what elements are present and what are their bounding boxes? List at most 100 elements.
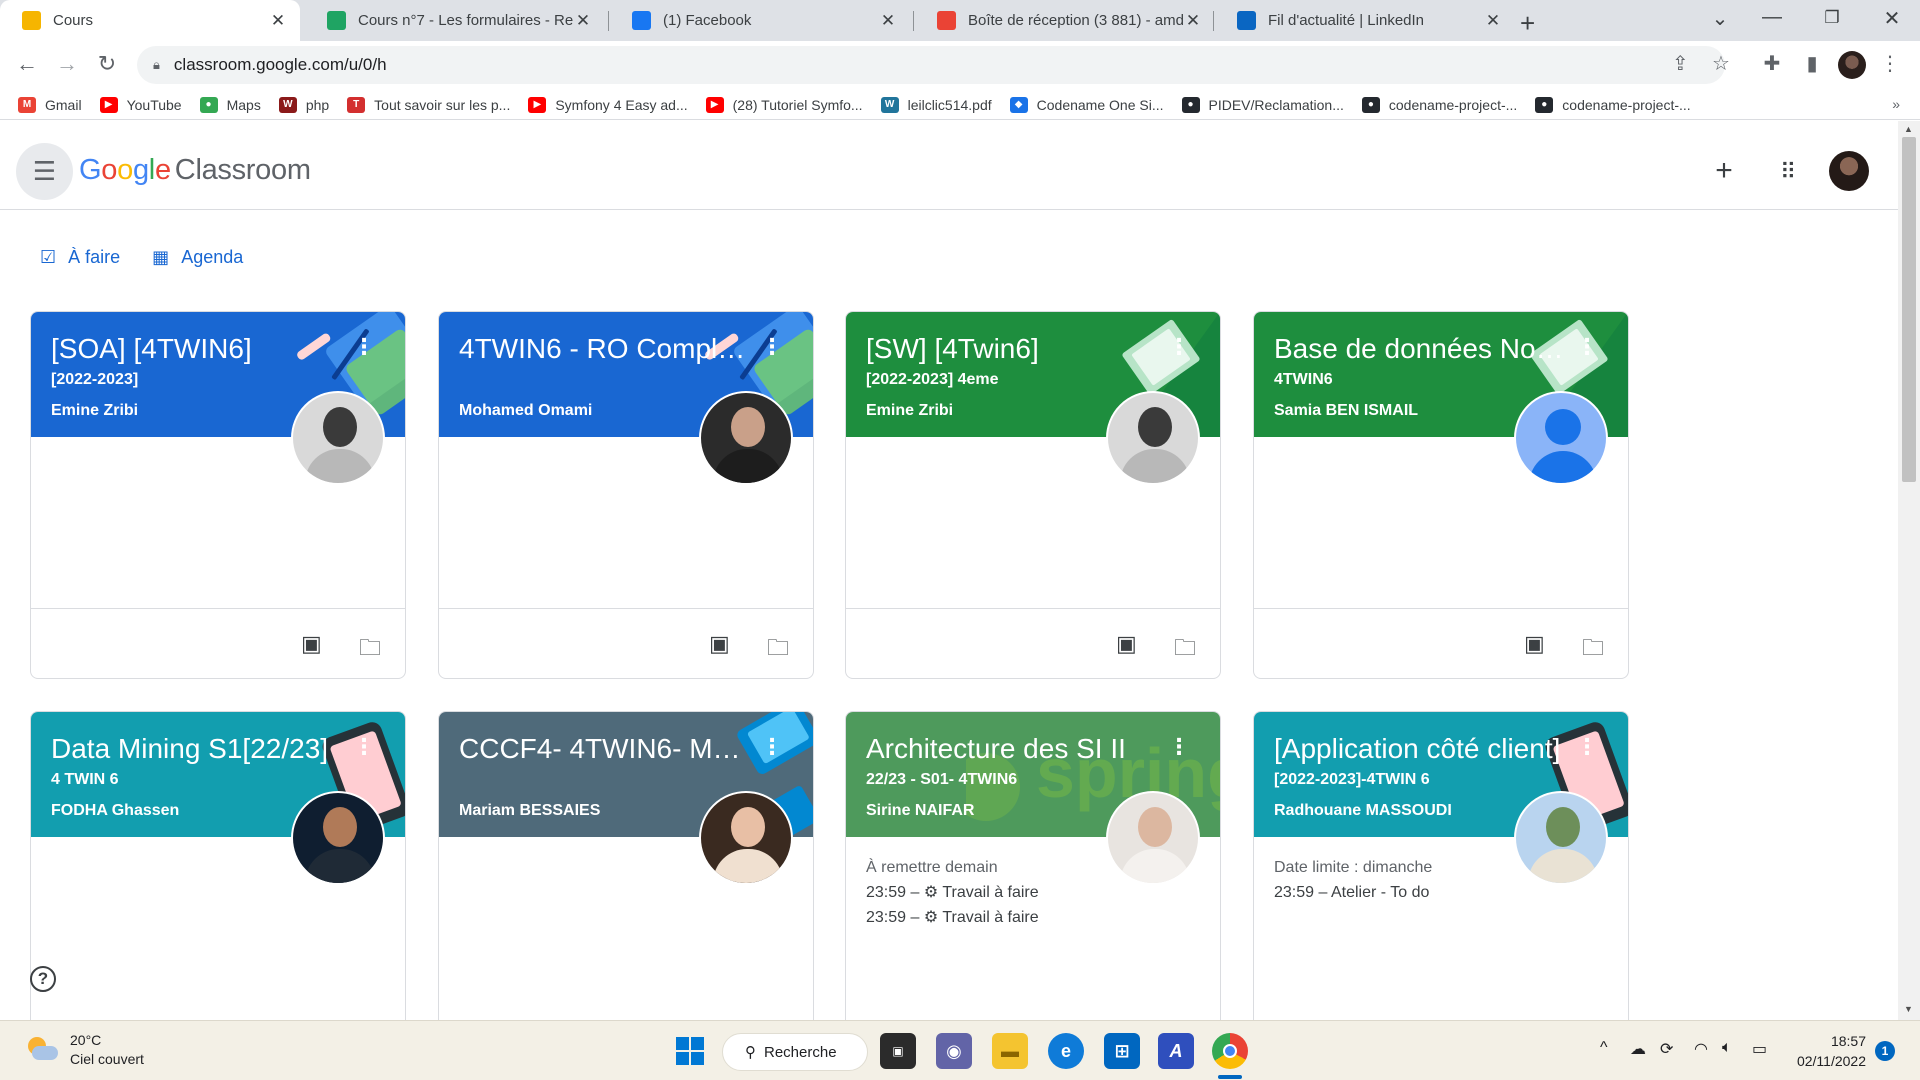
- folder-icon[interactable]: 🗀: [359, 631, 381, 669]
- chrome-taskbar-icon[interactable]: [1212, 1033, 1248, 1069]
- windows-start-icon[interactable]: [672, 1033, 708, 1069]
- class-title[interactable]: [SOA] [4TWIN6]: [51, 332, 341, 366]
- class-title[interactable]: [SW] [4Twin6]: [866, 332, 1156, 366]
- folder-icon[interactable]: 🗀: [767, 631, 789, 669]
- browser-tab[interactable]: (1) Facebook ✕: [610, 0, 910, 41]
- class-teacher[interactable]: Samia BEN ISMAIL: [1274, 402, 1418, 420]
- extensions-icon[interactable]: ✚: [1758, 51, 1786, 76]
- assignment-portfolio-icon[interactable]: ▣: [709, 631, 730, 657]
- class-card[interactable]: 4TWIN6 - RO Complexité Mohamed Omami ⋮ ▣ 🗀: [438, 311, 814, 679]
- todo-link[interactable]: ☑ À faire: [40, 247, 120, 268]
- bookmark-item[interactable]: Wleilclic514.pdf: [880, 96, 992, 113]
- google-classroom-logo[interactable]: Google Classroom: [79, 154, 311, 187]
- class-card[interactable]: [SW] [4Twin6] [2022-2023] 4eme Emine Zribi…: [845, 311, 1221, 679]
- close-tab-icon[interactable]: ✕: [1483, 11, 1503, 31]
- address-bar[interactable]: 🔒︎ classroom.google.com/u/0/h: [137, 46, 1725, 84]
- assignment-portfolio-icon[interactable]: ▣: [1116, 631, 1137, 657]
- browser-tab[interactable]: Cours n°7 - Les formulaires - Rea ✕: [305, 0, 605, 41]
- google-apps-icon[interactable]: ⠿: [1770, 159, 1806, 185]
- page-scrollbar[interactable]: ▲ ▼: [1898, 121, 1920, 1020]
- more-options-icon[interactable]: ⋮: [1576, 734, 1598, 760]
- onedrive-icon[interactable]: ☁: [1630, 1039, 1646, 1059]
- bookmark-item[interactable]: ▶ (28) Tutoriel Symfo...: [705, 96, 863, 113]
- class-card[interactable]: springArchitecture des SI II22/23 - S01-…: [845, 711, 1221, 1031]
- tab-search-icon[interactable]: ⌄: [1700, 6, 1740, 31]
- class-teacher[interactable]: Emine Zribi: [866, 402, 953, 420]
- class-title[interactable]: Base de données NoSQL: [1274, 332, 1564, 366]
- close-tab-icon[interactable]: ✕: [878, 11, 898, 31]
- close-window-button[interactable]: ✕: [1872, 6, 1912, 31]
- reload-icon[interactable]: ↻: [92, 51, 122, 77]
- bookmark-item[interactable]: T Tout savoir sur les p...: [347, 96, 510, 113]
- folder-icon[interactable]: 🗀: [1174, 631, 1196, 669]
- class-title[interactable]: Data Mining S1[22/23]: [51, 732, 341, 766]
- maximize-button[interactable]: ❐: [1812, 8, 1852, 28]
- class-title[interactable]: 4TWIN6 - RO Complexité: [459, 332, 749, 366]
- assignment-portfolio-icon[interactable]: ▣: [301, 631, 322, 657]
- browser-tab[interactable]: Fil d'actualité | LinkedIn ✕: [1215, 0, 1515, 41]
- account-avatar[interactable]: [1829, 151, 1869, 191]
- class-card[interactable]: [Application côté client] [2022-2023]-4TW…: [1253, 711, 1629, 1031]
- vscode-style-app-icon[interactable]: A: [1158, 1033, 1194, 1069]
- class-teacher[interactable]: FODHA Ghassen: [51, 802, 179, 820]
- side-panel-icon[interactable]: ▮: [1798, 51, 1826, 76]
- sync-icon[interactable]: ⟳: [1660, 1039, 1673, 1059]
- task-view-icon[interactable]: ▣: [880, 1033, 916, 1069]
- agenda-link[interactable]: ▦ Agenda: [152, 247, 243, 268]
- class-teacher[interactable]: Sirine NAIFAR: [866, 802, 974, 820]
- weather-widget[interactable]: 20°C Ciel couvert: [26, 1031, 144, 1069]
- minimize-button[interactable]: —: [1752, 6, 1792, 29]
- file-explorer-icon[interactable]: ▬: [992, 1033, 1028, 1069]
- more-options-icon[interactable]: ⋮: [353, 334, 375, 360]
- add-class-icon[interactable]: +: [1706, 154, 1742, 188]
- help-icon[interactable]: ?: [30, 966, 56, 992]
- share-icon[interactable]: ⇪: [1672, 51, 1689, 76]
- more-options-icon[interactable]: ⋮: [1576, 334, 1598, 360]
- folder-icon[interactable]: 🗀: [1582, 631, 1604, 669]
- wifi-icon[interactable]: ◠: [1694, 1039, 1708, 1059]
- bookmark-item[interactable]: ● codename-project-...: [1361, 96, 1517, 113]
- bookmark-item[interactable]: ▶ Symfony 4 Easy ad...: [528, 96, 688, 113]
- close-tab-icon[interactable]: ✕: [1183, 11, 1203, 31]
- new-tab-button[interactable]: +: [1520, 8, 1535, 39]
- bookmark-item[interactable]: ● Maps: [199, 96, 261, 113]
- browser-tab[interactable]: Cours ✕: [0, 0, 300, 41]
- edge-browser-icon[interactable]: e: [1048, 1033, 1084, 1069]
- class-title[interactable]: [Application côté client]: [1274, 732, 1564, 766]
- browser-tab[interactable]: Boîte de réception (3 881) - amd ✕: [915, 0, 1215, 41]
- show-hidden-icons[interactable]: ^: [1600, 1039, 1608, 1057]
- notification-badge[interactable]: 1: [1875, 1041, 1895, 1061]
- assignment-item[interactable]: 23:59 – ⚙ Travail à faire: [866, 905, 1200, 930]
- bookmark-item[interactable]: ● PIDEV/Reclamation...: [1181, 96, 1344, 113]
- more-options-icon[interactable]: ⋮: [353, 734, 375, 760]
- assignment-portfolio-icon[interactable]: ▣: [1524, 631, 1545, 657]
- main-menu-button[interactable]: ☰: [16, 143, 73, 200]
- bookmark-item[interactable]: Wphp: [278, 96, 329, 113]
- forward-icon[interactable]: →: [52, 51, 82, 77]
- more-options-icon[interactable]: ⋮: [1168, 734, 1190, 760]
- taskbar-search[interactable]: ⚲ Recherche: [722, 1033, 868, 1071]
- lock-icon[interactable]: 🔒︎: [153, 57, 160, 73]
- scroll-up-arrow[interactable]: ▲: [1904, 124, 1913, 134]
- class-title[interactable]: Architecture des SI II: [866, 732, 1156, 766]
- close-tab-icon[interactable]: ✕: [268, 11, 288, 31]
- chrome-menu-icon[interactable]: ⋮: [1876, 51, 1904, 76]
- teams-chat-icon[interactable]: ◉: [936, 1033, 972, 1069]
- bookmark-star-icon[interactable]: ☆: [1712, 51, 1730, 76]
- class-teacher[interactable]: Mohamed Omami: [459, 402, 592, 420]
- class-card[interactable]: CCCF4- 4TWIN6- Management Mariam BESSAIES…: [438, 711, 814, 1031]
- more-options-icon[interactable]: ⋮: [761, 734, 783, 760]
- scroll-down-arrow[interactable]: ▼: [1904, 1004, 1913, 1014]
- back-icon[interactable]: ←: [12, 51, 42, 77]
- bookmark-item[interactable]: ▶ YouTube: [99, 96, 182, 113]
- more-options-icon[interactable]: ⋮: [1168, 334, 1190, 360]
- chrome-profile-avatar[interactable]: [1838, 51, 1866, 79]
- system-clock[interactable]: 18:57 02/11/2022: [1790, 1031, 1866, 1071]
- scrollbar-thumb[interactable]: [1902, 137, 1916, 482]
- class-teacher[interactable]: Mariam BESSAIES: [459, 802, 600, 820]
- bookmark-item[interactable]: M Gmail: [18, 96, 82, 113]
- bookmark-item[interactable]: ◆ Codename One Si...: [1009, 96, 1164, 113]
- close-tab-icon[interactable]: ✕: [573, 11, 593, 31]
- bookmarks-overflow-icon[interactable]: »: [1892, 96, 1900, 112]
- class-title[interactable]: CCCF4- 4TWIN6- Management: [459, 732, 749, 766]
